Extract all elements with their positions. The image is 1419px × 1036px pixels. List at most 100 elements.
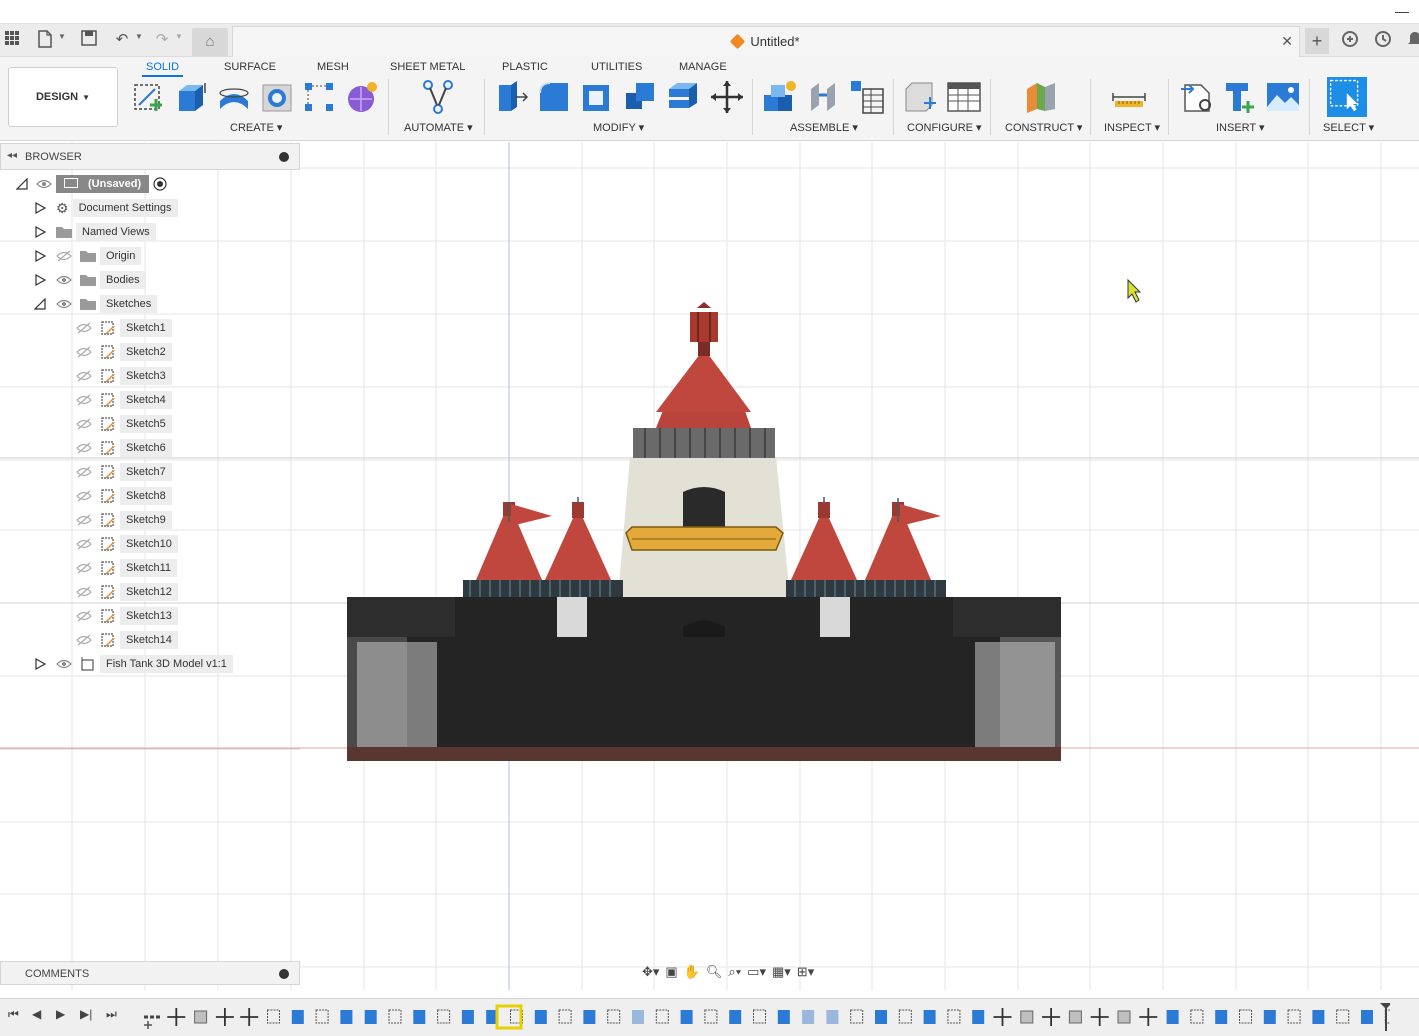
timeline-extrude-icon[interactable] [1361, 1010, 1373, 1024]
timeline-extrude-icon[interactable] [413, 1010, 426, 1024]
measure-icon[interactable] [1111, 79, 1147, 115]
timeline-move-icon[interactable] [1139, 1008, 1158, 1026]
tree-item-sketch[interactable]: Sketch3 [72, 366, 172, 386]
tree-root-row[interactable]: (Unsaved) [16, 174, 167, 194]
file-menu-caret-icon[interactable]: ▼ [58, 32, 66, 41]
viewports-icon[interactable]: ⊞▾ [797, 964, 814, 980]
fillet-icon[interactable] [536, 79, 572, 115]
tree-item-document-settings[interactable]: ⚙ Document Settings [34, 198, 178, 218]
timeline-sketch-icon[interactable] [267, 1009, 280, 1024]
extrude-icon[interactable] [173, 79, 209, 115]
combine-icon[interactable] [622, 79, 658, 115]
timeline-extrude-icon[interactable] [1215, 1010, 1228, 1024]
tab-mesh[interactable]: MESH [313, 59, 353, 77]
expanded-triangle-icon[interactable] [16, 178, 28, 190]
timeline-sketch-icon[interactable] [1336, 1009, 1350, 1024]
shell-icon[interactable] [579, 79, 615, 115]
timeline-extrude-icon[interactable] [826, 1010, 839, 1024]
timeline-extrude-icon[interactable] [680, 1010, 693, 1024]
create-sketch-icon[interactable] [131, 79, 167, 115]
display-settings-icon[interactable]: ▭▾ [747, 964, 766, 980]
look-at-icon[interactable]: ▣ [665, 964, 677, 980]
hidden-eye-icon[interactable] [76, 490, 92, 502]
tab-sheet-metal[interactable]: SHEET METAL [386, 59, 469, 77]
extensions-icon[interactable] [1340, 30, 1360, 50]
tree-item-sketch[interactable]: Sketch8 [72, 486, 172, 506]
orbit-icon[interactable]: ✥▾ [642, 964, 659, 980]
hidden-eye-icon[interactable] [76, 394, 92, 406]
hidden-eye-icon[interactable] [76, 322, 92, 334]
browser-panel-header[interactable]: ◂◂ BROWSER [0, 143, 300, 170]
group-create[interactable]: CREATE ▾ [230, 121, 282, 134]
hidden-eye-icon[interactable] [76, 346, 92, 358]
timeline-sketch-icon[interactable] [1239, 1009, 1252, 1024]
collapsed-triangle-icon[interactable] [34, 250, 46, 262]
notification-icon[interactable] [1405, 30, 1419, 50]
visibility-eye-icon[interactable] [56, 274, 72, 286]
timeline-extrude-icon[interactable] [632, 1010, 644, 1024]
redo-icon[interactable]: ↷ [152, 30, 172, 50]
collapsed-triangle-icon[interactable] [34, 658, 46, 670]
tree-item-sketch[interactable]: Sketch6 [72, 438, 172, 458]
tab-utilities[interactable]: UTILITIES [587, 59, 646, 77]
zoom-icon[interactable]: 🔍︎ [706, 964, 723, 980]
offset-plane-icon[interactable] [1023, 79, 1059, 115]
collapsed-triangle-icon[interactable] [34, 226, 46, 238]
timeline-component-icon[interactable] [1117, 1010, 1131, 1024]
add-comment-icon[interactable] [279, 969, 289, 979]
tree-item-sketch[interactable]: Sketch7 [72, 462, 172, 482]
timeline-extrude-icon[interactable] [461, 1010, 474, 1024]
tree-item-sketches[interactable]: Sketches [34, 294, 158, 314]
activate-radio-icon[interactable] [153, 177, 167, 191]
group-construct[interactable]: CONSTRUCT ▾ [1005, 121, 1082, 134]
tree-item-sketch[interactable]: Sketch5 [72, 414, 172, 434]
group-select[interactable]: SELECT ▾ [1323, 121, 1374, 134]
timeline-extrude-icon[interactable] [1263, 1010, 1276, 1024]
collapse-panel-icon[interactable]: ◂◂ [7, 150, 17, 161]
timeline-extrude-icon[interactable] [291, 1010, 304, 1024]
timeline-forward-icon[interactable]: ▶| [80, 1007, 92, 1021]
tree-item-named-views[interactable]: Named Views [34, 222, 156, 242]
select-tool-button[interactable] [1327, 77, 1367, 117]
hidden-eye-icon[interactable] [76, 634, 92, 646]
split-body-icon[interactable] [665, 79, 701, 115]
timeline-extrude-icon[interactable] [777, 1010, 790, 1024]
timeline-extrude-icon[interactable] [1312, 1010, 1325, 1024]
tab-solid[interactable]: SOLID [142, 59, 184, 77]
tree-item-sketch[interactable]: Sketch4 [72, 390, 172, 410]
timeline-sketch-icon[interactable] [437, 1009, 451, 1024]
tree-item-sketch[interactable]: Sketch11 [72, 558, 178, 578]
timeline-sketch-icon[interactable] [753, 1009, 766, 1024]
tree-item-bodies[interactable]: Bodies [34, 270, 146, 290]
tree-item-sketch[interactable]: Sketch1 [72, 318, 172, 338]
timeline-move-icon[interactable] [167, 1008, 186, 1026]
hidden-eye-icon[interactable] [76, 370, 92, 382]
group-configure[interactable]: CONFIGURE ▾ [907, 121, 982, 134]
timeline-move-icon[interactable] [1090, 1008, 1109, 1026]
document-tab[interactable]: Untitled* ✕ [232, 26, 1300, 57]
group-inspect[interactable]: INSPECT ▾ [1104, 121, 1160, 134]
timeline-extrude-icon[interactable] [729, 1010, 742, 1024]
timeline-sketch-icon[interactable] [315, 1009, 329, 1024]
group-automate[interactable]: AUTOMATE ▾ [404, 121, 473, 134]
press-pull-icon[interactable] [493, 79, 529, 115]
insert-canvas-icon[interactable] [1265, 79, 1301, 115]
group-modify[interactable]: MODIFY ▾ [593, 121, 644, 134]
hidden-eye-icon[interactable] [76, 442, 92, 454]
home-tab-button[interactable]: ⌂ [192, 28, 228, 56]
apps-grid-icon[interactable] [2, 30, 22, 50]
timeline-move-icon[interactable] [993, 1008, 1012, 1026]
hidden-eye-icon[interactable] [76, 586, 92, 598]
undo-caret-icon[interactable]: ▼ [135, 32, 143, 41]
insert-mcmaster-icon[interactable] [1222, 79, 1258, 115]
timeline-move-icon[interactable] [215, 1008, 234, 1026]
timeline-extrude-icon[interactable] [364, 1010, 377, 1024]
timeline-sketch-icon[interactable] [1287, 1009, 1301, 1024]
timeline-component-icon[interactable] [1068, 1010, 1082, 1024]
configure-icon[interactable] [902, 79, 938, 115]
file-icon[interactable] [35, 30, 55, 50]
timeline-sketch-icon[interactable] [388, 1009, 402, 1024]
panel-minimize-icon[interactable] [279, 152, 289, 162]
group-insert[interactable]: INSERT ▾ [1216, 121, 1265, 134]
undo-icon[interactable]: ↶ [112, 30, 132, 50]
